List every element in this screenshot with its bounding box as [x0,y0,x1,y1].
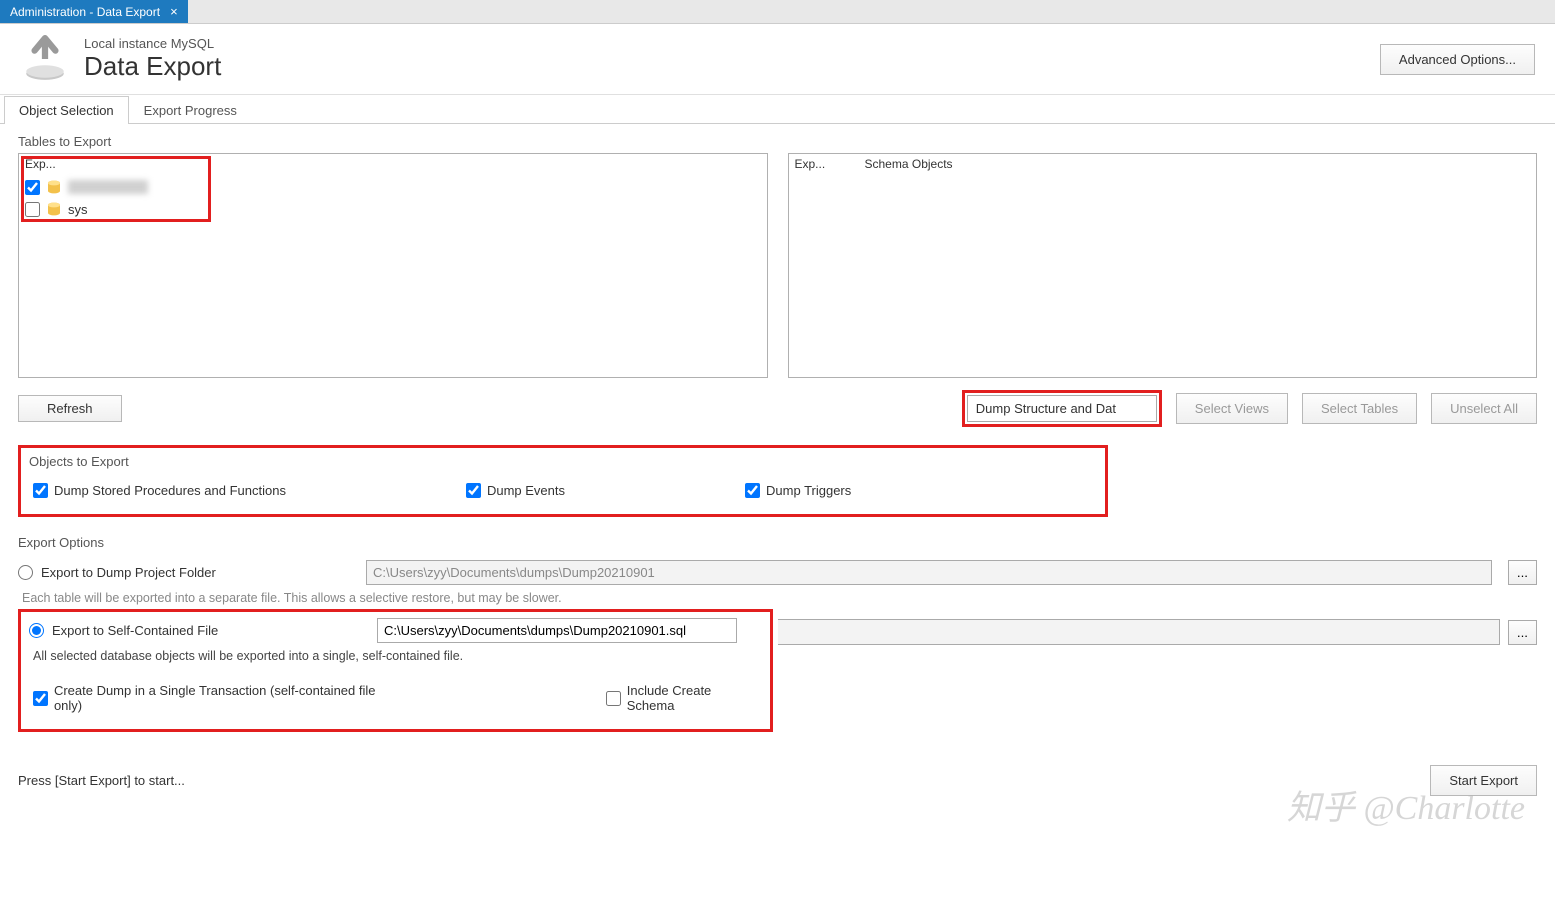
folder-help-text: Each table will be exported into a separ… [22,591,1537,605]
refresh-button[interactable]: Refresh [18,395,122,422]
export-folder-label: Export to Dump Project Folder [41,565,216,580]
single-transaction-checkbox[interactable] [33,691,48,706]
dump-procs-option[interactable]: Dump Stored Procedures and Functions [33,483,286,498]
schema-checkbox-1[interactable] [25,180,40,195]
dump-type-value: Dump Structure and Dat [976,401,1116,416]
instance-label: Local instance MySQL [84,36,221,51]
dump-triggers-option[interactable]: Dump Triggers [745,483,851,498]
schema-name-hidden [68,180,148,194]
unselect-all-button[interactable]: Unselect All [1431,393,1537,424]
objects-list[interactable]: Exp... Schema Objects [788,153,1538,378]
page-title: Data Export [84,51,221,82]
export-folder-radio[interactable] [18,565,33,580]
export-file-label: Export to Self-Contained File [52,623,218,638]
select-views-button[interactable]: Select Views [1176,393,1288,424]
tables-to-export-label: Tables to Export [18,134,1537,149]
schema-row[interactable] [25,176,761,198]
export-options-label: Export Options [18,535,1537,550]
select-tables-button[interactable]: Select Tables [1302,393,1417,424]
include-schema-label: Include Create Schema [627,683,762,713]
file-path-input-ext [778,619,1500,645]
dump-events-label: Dump Events [487,483,565,498]
single-transaction-label: Create Dump in a Single Transaction (sel… [54,683,406,713]
window-tab-data-export[interactable]: Administration - Data Export × [0,0,188,23]
schema-checkbox-sys[interactable] [25,202,40,217]
export-icon [20,34,70,84]
browse-file-button[interactable]: ... [1508,620,1537,645]
tab-strip: Object Selection Export Progress [0,95,1555,124]
objects-to-export-label: Objects to Export [29,454,1097,469]
dump-procs-label: Dump Stored Procedures and Functions [54,483,286,498]
file-path-input[interactable] [377,618,737,643]
export-file-radio[interactable] [29,623,44,638]
schema-row[interactable]: sys [25,198,761,220]
dump-events-checkbox[interactable] [466,483,481,498]
dump-events-option[interactable]: Dump Events [466,483,565,498]
advanced-options-button[interactable]: Advanced Options... [1380,44,1535,75]
include-schema-checkbox[interactable] [606,691,621,706]
col-schema-objects: Schema Objects [865,157,953,171]
tab-export-progress[interactable]: Export Progress [129,96,252,124]
header: Local instance MySQL Data Export Advance… [0,24,1555,95]
schema-list[interactable]: Exp... sys [18,153,768,378]
tab-object-selection[interactable]: Object Selection [4,96,129,124]
database-icon [46,201,62,217]
include-schema-option[interactable]: Include Create Schema [606,683,762,713]
start-export-button[interactable]: Start Export [1430,765,1537,796]
browse-folder-button[interactable]: ... [1508,560,1537,585]
folder-path-input[interactable] [366,560,1492,585]
dump-type-select[interactable]: Dump Structure and Dat [967,395,1157,422]
database-icon [46,179,62,195]
single-transaction-option[interactable]: Create Dump in a Single Transaction (sel… [33,683,406,713]
dump-triggers-checkbox[interactable] [745,483,760,498]
window-tab-title: Administration - Data Export [10,5,160,19]
dump-triggers-label: Dump Triggers [766,483,851,498]
col-exp: Exp... [25,157,65,171]
close-icon[interactable]: × [170,4,178,19]
schema-name-sys: sys [68,202,88,217]
col-exp-right: Exp... [795,157,835,171]
dump-procs-checkbox[interactable] [33,483,48,498]
window-tab-bar: Administration - Data Export × [0,0,1555,24]
status-text: Press [Start Export] to start... [18,773,185,788]
